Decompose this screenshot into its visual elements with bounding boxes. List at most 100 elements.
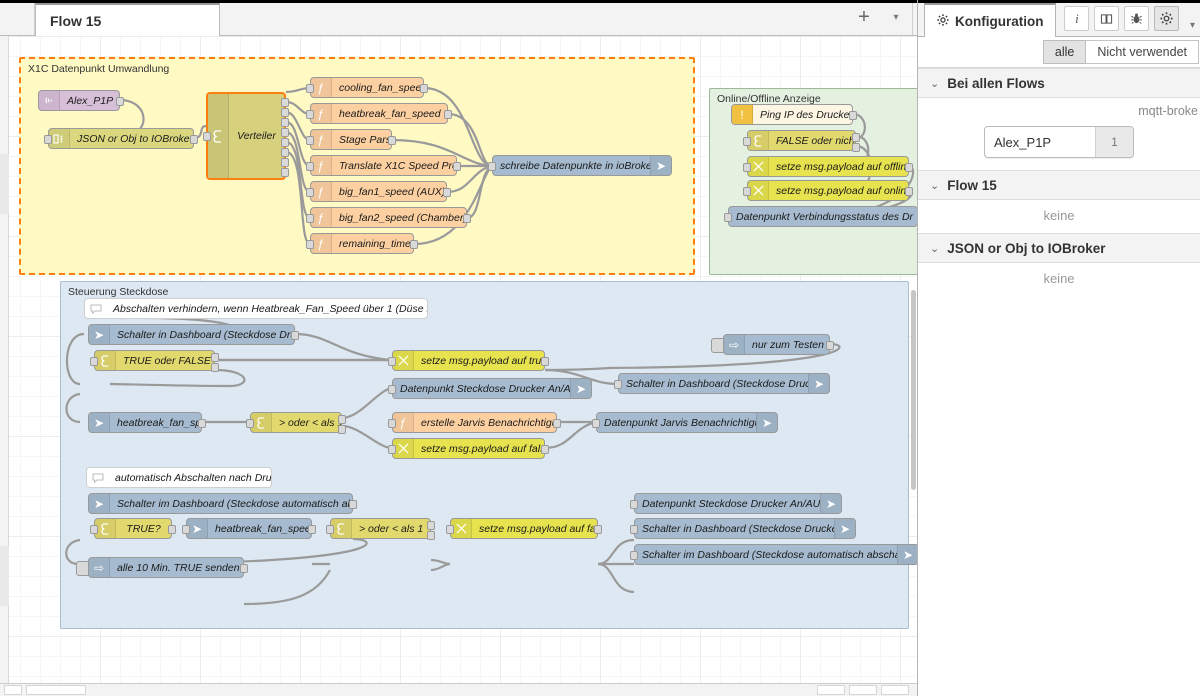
node-switch-false-oder-nicht[interactable]: FALSE oder nicht?: [743, 130, 860, 152]
port-out[interactable]: [388, 136, 396, 145]
node-switch-true-oder-false[interactable]: TRUE oder FALSE?: [90, 350, 219, 372]
port-out-1[interactable]: [281, 98, 289, 107]
port-out-3[interactable]: [281, 118, 289, 127]
node-output-schalter-dashboard-steckdose[interactable]: Schalter in Dashboard (Steckdose Drucker…: [614, 373, 830, 394]
footer-zoom-out-button[interactable]: [817, 685, 845, 695]
node-change-setze-payload-true[interactable]: setze msg.payload auf true: [388, 350, 549, 371]
port-out[interactable]: [116, 97, 124, 106]
port-in[interactable]: [388, 357, 396, 366]
section-flow-15[interactable]: ⌄ Flow 15: [918, 170, 1200, 200]
node-change-setze-payload-offline[interactable]: setze msg.payload auf offline: [743, 156, 913, 177]
port-in[interactable]: [306, 110, 314, 119]
node-change-setze-payload-false-2[interactable]: setze msg.payload auf false: [446, 518, 602, 539]
port-out[interactable]: [308, 525, 316, 534]
port-in[interactable]: [90, 357, 98, 366]
port-out-4[interactable]: [281, 128, 289, 137]
port-out[interactable]: [349, 500, 357, 509]
port-in[interactable]: [488, 162, 496, 171]
port-out-8[interactable]: [281, 168, 289, 177]
port-out[interactable]: [420, 84, 428, 93]
flow-tab-flow15[interactable]: Flow 15: [35, 3, 220, 36]
port-out[interactable]: [905, 187, 913, 196]
node-switch-true-frage[interactable]: TRUE?: [90, 518, 176, 539]
node-function-erstelle-jarvis-benachrichtigung[interactable]: ƒ erstelle Jarvis Benachrichtigung: [388, 412, 561, 433]
port-out[interactable]: [291, 331, 299, 340]
node-output-datenpunkt-verbindungsstatus[interactable]: Datenpunkt Verbindungsstatus des Dr: [724, 206, 917, 227]
node-switch-groesser-kleiner-1-b[interactable]: > oder < als 1: [326, 518, 435, 540]
node-output-schalter-dashboard-auto-abschalten[interactable]: Schalter im Dashboard (Steckdose automat…: [630, 544, 917, 565]
flow-menu-button[interactable]: ▾: [880, 0, 912, 35]
debug-bug-icon[interactable]: [1124, 6, 1150, 31]
node-switch-groesser-kleiner-1[interactable]: > oder < als 1: [246, 412, 346, 434]
chevron-down-icon[interactable]: ▾: [1185, 20, 1199, 31]
port-out[interactable]: [443, 188, 451, 197]
port-in[interactable]: [743, 137, 751, 146]
port-out[interactable]: [553, 419, 561, 428]
port-in[interactable]: [306, 240, 314, 249]
node-link-json-or-obj-to-iobroker[interactable]: JSON or Obj to IOBroker: [44, 128, 198, 149]
node-output-datenpunkt-jarvis-benachrichtigung[interactable]: Datenpunkt Jarvis Benachrichtigung ➤: [592, 412, 778, 433]
port-out[interactable]: [541, 357, 549, 366]
port-out-7[interactable]: [281, 158, 289, 167]
port-in[interactable]: [306, 188, 314, 197]
port-out-1[interactable]: [427, 521, 435, 530]
node-mqtt-in-alex-p1p[interactable]: Alex_P1P: [38, 90, 124, 111]
node-function-translate-x1c-speed-profile[interactable]: ƒ Translate X1C Speed Profile: [306, 155, 461, 176]
inject-trigger-button[interactable]: [711, 338, 724, 353]
node-comment-automatisch-abschalten[interactable]: automatisch Abschalten nach Druck: [86, 467, 272, 488]
port-out[interactable]: [905, 163, 913, 172]
port-out-5[interactable]: [281, 138, 289, 147]
node-change-setze-payload-online[interactable]: setze msg.payload auf online: [743, 180, 913, 201]
port-in[interactable]: [630, 525, 638, 534]
port-out-2[interactable]: [281, 108, 289, 117]
node-function-big-fan1-speed-aux[interactable]: ƒ big_fan1_speed (AUX): [306, 181, 451, 202]
node-inject-alle-10-min-true-senden[interactable]: ⇨ alle 10 Min. TRUE senden ↻: [76, 557, 248, 578]
section-json-or-obj-to-iobroker[interactable]: ⌄ JSON or Obj to IOBroker: [918, 233, 1200, 263]
port-in[interactable]: [446, 525, 454, 534]
port-out-2[interactable]: [427, 531, 435, 540]
port-out[interactable]: [463, 214, 471, 223]
node-output-schalter-dashboard-steckdose-2[interactable]: Schalter in Dashboard (Steckdose Drucker…: [630, 518, 856, 539]
add-flow-button[interactable]: +: [848, 0, 880, 35]
palette-edge[interactable]: [0, 36, 9, 684]
node-link-in-heatbreak-fan-speed[interactable]: ➤ heatbreak_fan_speed: [88, 412, 206, 433]
canvas-vertical-scrollbar[interactable]: [911, 290, 916, 490]
port-out[interactable]: [198, 419, 206, 428]
port-out-2[interactable]: [852, 143, 860, 152]
node-link-in-schalter-dashboard-steckdose[interactable]: ➤ Schalter in Dashboard (Steckdose Druck…: [88, 324, 299, 345]
port-in[interactable]: [246, 419, 254, 428]
node-function-stage-parser[interactable]: ƒ Stage Parser: [306, 129, 396, 150]
node-output-datenpunkt-steckdose-an-aus-2[interactable]: Datenpunkt Steckdose Drucker An/AUS ➤: [630, 493, 842, 514]
footer-box-1[interactable]: [4, 685, 22, 695]
port-in[interactable]: [90, 525, 98, 534]
port-out[interactable]: [168, 525, 176, 534]
port-in[interactable]: [388, 445, 396, 454]
port-in[interactable]: [630, 500, 638, 509]
port-out[interactable]: [826, 341, 834, 350]
port-out[interactable]: [190, 135, 198, 144]
config-node-alex-p1p[interactable]: Alex_P1P 1: [984, 126, 1134, 158]
port-out-1[interactable]: [211, 353, 219, 362]
port-out[interactable]: [410, 240, 418, 249]
port-in[interactable]: [306, 214, 314, 223]
flow-canvas[interactable]: X1C Datenpunkt Umwandlung Alex_P1P JSON …: [0, 36, 917, 684]
sidebar-tab-konfiguration[interactable]: Konfiguration: [924, 3, 1057, 37]
node-inject-nur-zum-testen[interactable]: ⇨ nur zum Testen: [711, 334, 834, 355]
port-out-6[interactable]: [281, 148, 289, 157]
port-out[interactable]: [453, 162, 461, 171]
port-in[interactable]: [306, 136, 314, 145]
node-comment-abschalten-verhindern[interactable]: Abschalten verhindern, wenn Heatbreak_Fa…: [84, 298, 428, 319]
port-in[interactable]: [614, 380, 622, 389]
port-in[interactable]: [388, 385, 396, 394]
port-out-2[interactable]: [211, 363, 219, 372]
node-link-in-heatbreak-fan-speed-2[interactable]: ➤ heatbreak_fan_speed: [182, 518, 316, 539]
inject-trigger-button[interactable]: [76, 561, 89, 576]
port-out[interactable]: [444, 110, 452, 119]
port-out[interactable]: [849, 111, 857, 120]
port-out[interactable]: [541, 445, 549, 454]
book-icon[interactable]: [1094, 6, 1120, 31]
port-in[interactable]: [592, 419, 600, 428]
node-change-setze-payload-false[interactable]: setze msg.payload auf false: [388, 438, 549, 459]
port-in[interactable]: [724, 213, 732, 222]
gear-icon[interactable]: [1154, 6, 1180, 31]
